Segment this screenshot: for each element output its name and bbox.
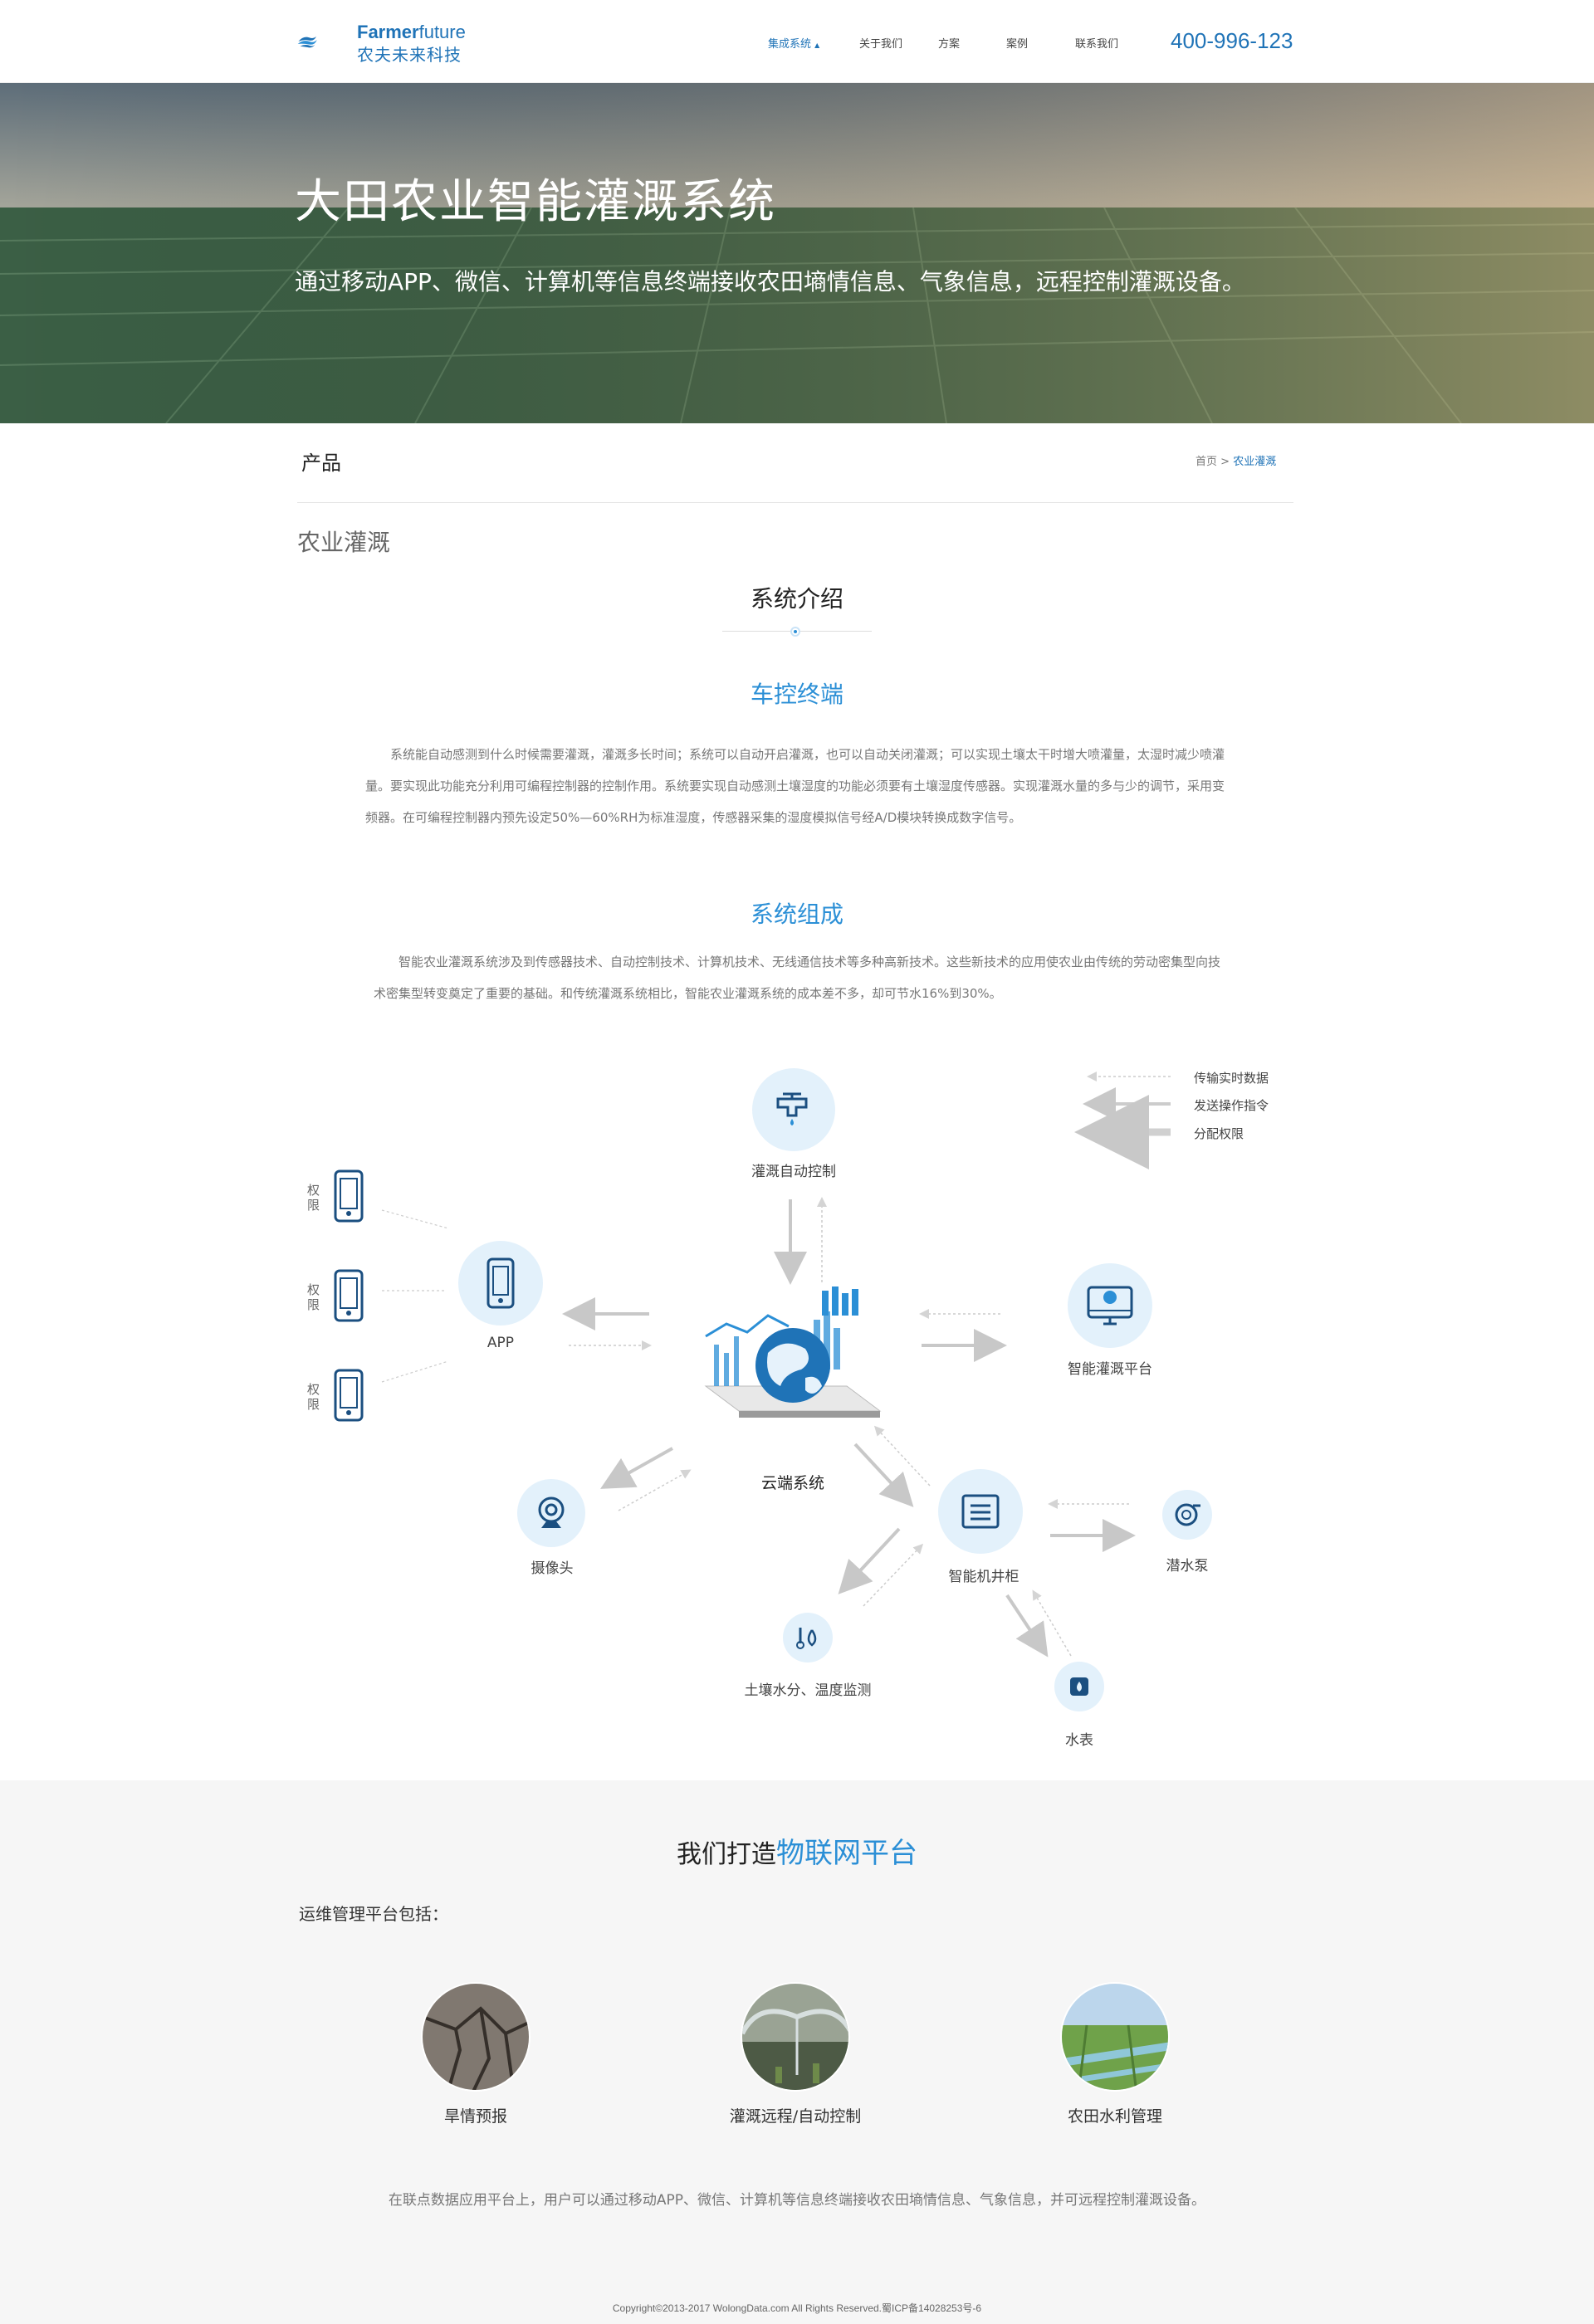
farmland-image [1060, 1982, 1170, 2092]
hero-title: 大田农业智能灌溉系统 [295, 175, 776, 229]
phone-icon [487, 1257, 515, 1309]
phone-icon [334, 1369, 364, 1422]
thermometer-drop-icon [796, 1628, 817, 1649]
heading-dot-icon [790, 627, 800, 637]
irrigation-label: 灌溉自动控制 [751, 1164, 836, 1180]
nav-cases[interactable]: 案例 [1006, 35, 1028, 51]
soil-label: 土壤水分、温度监测 [744, 1682, 872, 1699]
logo-icon[interactable] [297, 20, 355, 61]
nav-integrated-system[interactable]: 集成系统 ▲ [768, 35, 819, 51]
platform-subtitle: 运维管理平台包括： [299, 1904, 448, 1924]
camera-label: 摄像头 [531, 1560, 574, 1577]
copyright: Copyright©2013-2017 WolongData.com All R… [612, 2302, 982, 2314]
cabinet-node [938, 1469, 1023, 1554]
legend-realtime: 传输实时数据 [1194, 1071, 1269, 1086]
soil-node [783, 1613, 833, 1662]
platform-description: 在联点数据应用平台上，用户可以通过移动APP、微信、计算机等信息终端接收农田墒情… [388, 2192, 1206, 2209]
legend-command: 发送操作指令 [1194, 1098, 1269, 1113]
cabinet-label: 智能机井柜 [948, 1569, 1019, 1585]
breadcrumb-separator: > [1220, 456, 1230, 468]
sprinkler-image [741, 1982, 850, 2092]
app-label: APP [487, 1335, 515, 1351]
section-title: 产品 [301, 452, 341, 475]
pump-node [1162, 1490, 1212, 1540]
app-node [458, 1241, 543, 1326]
cabinet-icon [961, 1494, 1000, 1529]
breadcrumb: 首页 > 农业灌溉 [1196, 452, 1276, 468]
cloud-label: 云端系统 [760, 1474, 824, 1492]
hero-fields-image [0, 83, 1594, 423]
drought-image [421, 1982, 531, 2092]
category-title: 农业灌溉 [297, 529, 391, 556]
breadcrumb-current[interactable]: 农业灌溉 [1233, 456, 1276, 468]
permission-label: 权限 [307, 1282, 320, 1312]
irrigation-control-label: 灌溉远程/自动控制 [729, 2107, 862, 2126]
legend-permission: 分配权限 [1194, 1126, 1244, 1141]
water-meter-icon [1070, 1677, 1088, 1696]
caret-up-icon: ▲ [814, 42, 820, 49]
meter-node [1054, 1662, 1104, 1711]
hero-banner: 大田农业智能灌溉系统 通过移动APP、微信、计算机等信息终端接收农田墒情信息、气… [0, 83, 1594, 423]
platform-node [1068, 1263, 1152, 1348]
logo-text-en: Farmerfuture [357, 22, 466, 42]
composition-paragraph: 智能农业灌溉系统涉及到传感器技术、自动控制技术、计算机技术、无线通信技术等多种高… [374, 954, 1221, 1001]
nav-solution[interactable]: 方案 [938, 35, 960, 51]
camera-node [517, 1479, 585, 1547]
intro-heading: 系统介绍 [750, 585, 843, 613]
breadcrumb-home[interactable]: 首页 [1196, 456, 1217, 468]
site-header: Farmerfuture 农夫未来科技 集成系统 ▲ 关于我们 方案 案例 联系… [0, 0, 1594, 83]
faucet-icon [776, 1092, 808, 1125]
terminal-paragraph: 系统能自动感测到什么时候需要灌溉，灌溉多长时间；系统可以自动开启灌溉，也可以自动… [365, 747, 1225, 825]
logo-text-cn: 农夫未来科技 [357, 45, 462, 65]
platform-label: 智能灌溉平台 [1068, 1361, 1152, 1378]
permission-label: 权限 [307, 1382, 320, 1412]
phone-icon [334, 1169, 364, 1223]
meter-label: 水表 [1065, 1732, 1093, 1749]
permission-label: 权限 [307, 1183, 320, 1213]
phone-icon [334, 1269, 364, 1322]
terminal-heading: 车控终端 [750, 681, 843, 708]
irrigation-node [752, 1068, 835, 1151]
pump-label: 潜水泵 [1166, 1558, 1209, 1575]
nav-contact[interactable]: 联系我们 [1075, 35, 1118, 51]
pump-icon [1175, 1503, 1200, 1526]
hero-subtitle: 通过移动APP、微信、计算机等信息终端接收农田墒情信息、气象信息，远程控制灌溉设… [295, 268, 1245, 295]
phone-number: 400-996-123 [1171, 28, 1293, 53]
divider [297, 502, 1293, 503]
composition-heading: 系统组成 [750, 901, 843, 928]
platform-title: 我们打造物联网平台 [677, 1837, 917, 1870]
farmland-label: 农田水利管理 [1067, 2107, 1162, 2126]
nav-about[interactable]: 关于我们 [859, 35, 902, 51]
monitor-icon [1087, 1286, 1133, 1326]
cloud-globe-icon [704, 1286, 882, 1418]
drought-label: 旱情预报 [443, 2107, 507, 2126]
camera-icon [538, 1496, 565, 1528]
system-diagram: 传输实时数据 发送操作指令 分配权限 权限 权限 权限 灌溉自动控制 APP 云… [0, 1038, 1594, 1768]
